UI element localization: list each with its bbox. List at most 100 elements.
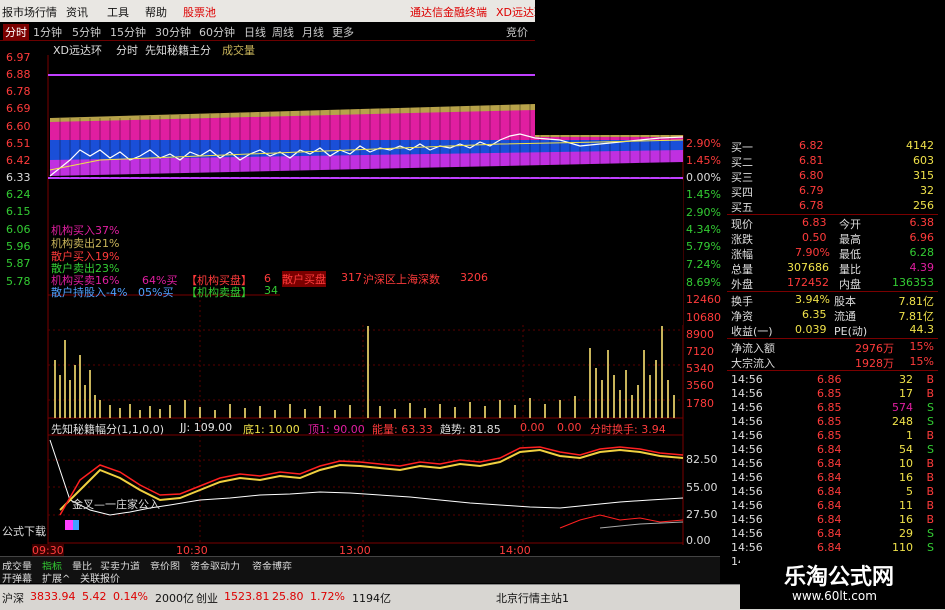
stat-row-1: 现价 6.83 今开 6.38 bbox=[727, 216, 938, 231]
stat2-row-1: 换手 3.94% 股本 7.81亿 bbox=[727, 293, 938, 308]
flow-row-1: 净流入额 2976万 15% bbox=[727, 340, 938, 355]
bid-row-1: 买一 6.82 4142 bbox=[727, 139, 938, 154]
volume-axis-4: 5340 bbox=[686, 362, 714, 375]
indicator-axis-1: 55.00 bbox=[686, 481, 718, 494]
price-axis-2: 6.78 bbox=[6, 85, 31, 98]
bid-label: 买四 bbox=[731, 186, 753, 199]
tick-row: 14:56 6.84 5 B bbox=[727, 485, 938, 499]
bid-volume: 256 bbox=[913, 199, 934, 212]
stat-label: 涨跌 bbox=[731, 233, 753, 246]
stat-row-2: 涨跌 0.50 最高 6.96 bbox=[727, 231, 938, 246]
tick-row: 14:56 6.84 10 B bbox=[727, 457, 938, 471]
flow-label: 大宗流入 bbox=[731, 357, 775, 370]
tick-row: 14:56 6.84 16 B bbox=[727, 513, 938, 527]
price-axis-8: 6.24 bbox=[6, 188, 31, 201]
legend-exchange-num: 3206 bbox=[460, 271, 488, 284]
price-axis-6: 6.42 bbox=[6, 154, 31, 167]
bid-volume: 603 bbox=[913, 154, 934, 167]
bid-price: 6.79 bbox=[799, 184, 824, 197]
pct-axis-6: 5.79% bbox=[686, 240, 721, 253]
tick-volume: 54 bbox=[899, 443, 913, 456]
brand-watermark: 乐淘公式网 www.60lt.com bbox=[740, 555, 945, 609]
tick-time: 14:56 bbox=[731, 401, 763, 414]
formula-download-link[interactable]: 公式下载 bbox=[2, 523, 46, 539]
tick-volume: 16 bbox=[899, 513, 913, 526]
bid-row-4: 买四 6.79 32 bbox=[727, 184, 938, 199]
tick-time: 14:56 bbox=[731, 541, 763, 554]
divider bbox=[727, 291, 938, 292]
tick-volume: 248 bbox=[892, 415, 913, 428]
indicator-axis-0: 82.50 bbox=[686, 453, 718, 466]
tick-price: 6.86 bbox=[817, 373, 842, 386]
sh-change: 5.42 bbox=[82, 590, 107, 603]
flow-label: 净流入额 bbox=[731, 342, 775, 355]
tick-price: 6.84 bbox=[817, 541, 842, 554]
cy-label: 创业 bbox=[196, 592, 218, 605]
price-axis-3: 6.69 bbox=[6, 102, 31, 115]
volume-axis-1: 10680 bbox=[686, 311, 721, 324]
price-axis-11: 5.96 bbox=[6, 240, 31, 253]
indicator-name: 先知秘籍幅分(1,1,0,0) bbox=[51, 423, 165, 436]
cy-amount: 1194亿 bbox=[352, 592, 391, 605]
price-axis-5: 6.51 bbox=[6, 137, 31, 150]
tick-time: 14:56 bbox=[731, 429, 763, 442]
cy-pct: 1.72% bbox=[310, 590, 345, 603]
indicator-dot: 0.00 bbox=[557, 421, 582, 434]
price-axis-13: 5.78 bbox=[6, 275, 31, 288]
tick-time: 14:56 bbox=[731, 387, 763, 400]
tick-price: 6.84 bbox=[817, 527, 842, 540]
indicator-zero: 0.00 bbox=[520, 421, 545, 434]
stat-label: 股本 bbox=[834, 295, 856, 308]
bid-label: 买五 bbox=[731, 201, 753, 214]
stat-label: 最高 bbox=[839, 233, 861, 246]
tick-side: B bbox=[926, 513, 934, 526]
stat-row-5: 外盘 172452 内盘 136353 bbox=[727, 276, 938, 291]
pct-axis-1: 1.45% bbox=[686, 154, 721, 167]
legend-retail-holding: 散户持股入-4% bbox=[51, 286, 128, 299]
expand-button[interactable]: 扩展^ bbox=[42, 570, 70, 585]
bid-price: 6.80 bbox=[799, 169, 824, 182]
tick-row: 14:56 6.84 11 B bbox=[727, 499, 938, 513]
legend-exchange: 沪深区上海深数 bbox=[363, 273, 440, 286]
tick-side: B bbox=[926, 429, 934, 442]
sh-pct: 0.14% bbox=[113, 590, 148, 603]
stat-value: 6.83 bbox=[802, 216, 827, 229]
tick-price: 6.85 bbox=[817, 401, 842, 414]
pct-axis-8: 8.69% bbox=[686, 276, 721, 289]
bid-label: 买三 bbox=[731, 171, 753, 184]
tick-side: S bbox=[927, 541, 934, 554]
quote-panel: 买一 6.82 4142 买二 6.81 603 买三 6.80 315 买四 … bbox=[727, 133, 938, 573]
price-axis-9: 6.15 bbox=[6, 205, 31, 218]
tick-price: 6.84 bbox=[817, 513, 842, 526]
flow-value: 2976万 bbox=[855, 342, 894, 355]
divider bbox=[727, 338, 938, 339]
tick-row: 14:56 6.85 574 S bbox=[727, 401, 938, 415]
stat-value: 7.81亿 bbox=[898, 310, 935, 323]
indicator-turnover: 分时换手: 3.94 bbox=[590, 423, 666, 436]
related-quote-tab[interactable]: 关联报价 bbox=[80, 570, 120, 585]
bid-price: 6.82 bbox=[799, 139, 824, 152]
indicator-axis-2: 27.50 bbox=[686, 508, 718, 521]
stat-value: 7.90% bbox=[795, 246, 830, 259]
tick-row: 14:56 6.85 17 B bbox=[727, 387, 938, 401]
cy-change: 25.80 bbox=[272, 590, 304, 603]
bottom-tab-bar-2: 开弹幕 扩展^ 关联报价 bbox=[0, 570, 720, 585]
indicator-axis-3: 0.00 bbox=[686, 534, 711, 547]
server-name: 北京行情主站1 bbox=[496, 592, 569, 605]
price-axis-4: 6.60 bbox=[6, 120, 31, 133]
brand-url: www.60lt.com bbox=[792, 589, 877, 603]
tick-volume: 17 bbox=[899, 387, 913, 400]
indicator-caption: 金叉—一庄家公入 bbox=[72, 498, 160, 511]
tick-time: 14:56 bbox=[731, 443, 763, 456]
tick-time: 14:56 bbox=[731, 457, 763, 470]
bid-price: 6.78 bbox=[799, 199, 824, 212]
pct-axis-5: 4.34% bbox=[686, 223, 721, 236]
divider bbox=[727, 370, 938, 371]
divider bbox=[727, 214, 938, 215]
bottom-tab-bar: 成交量 指标 量比 买卖力道 竞价图 资金驱动力 资金博弈 bbox=[0, 556, 720, 573]
price-axis-10: 6.06 bbox=[6, 223, 31, 236]
tick-price: 6.84 bbox=[817, 499, 842, 512]
stat-row-4: 总量 307686 量比 4.39 bbox=[727, 261, 938, 276]
stat-label: 现价 bbox=[731, 218, 753, 231]
danmaku-toggle[interactable]: 开弹幕 bbox=[2, 570, 32, 585]
